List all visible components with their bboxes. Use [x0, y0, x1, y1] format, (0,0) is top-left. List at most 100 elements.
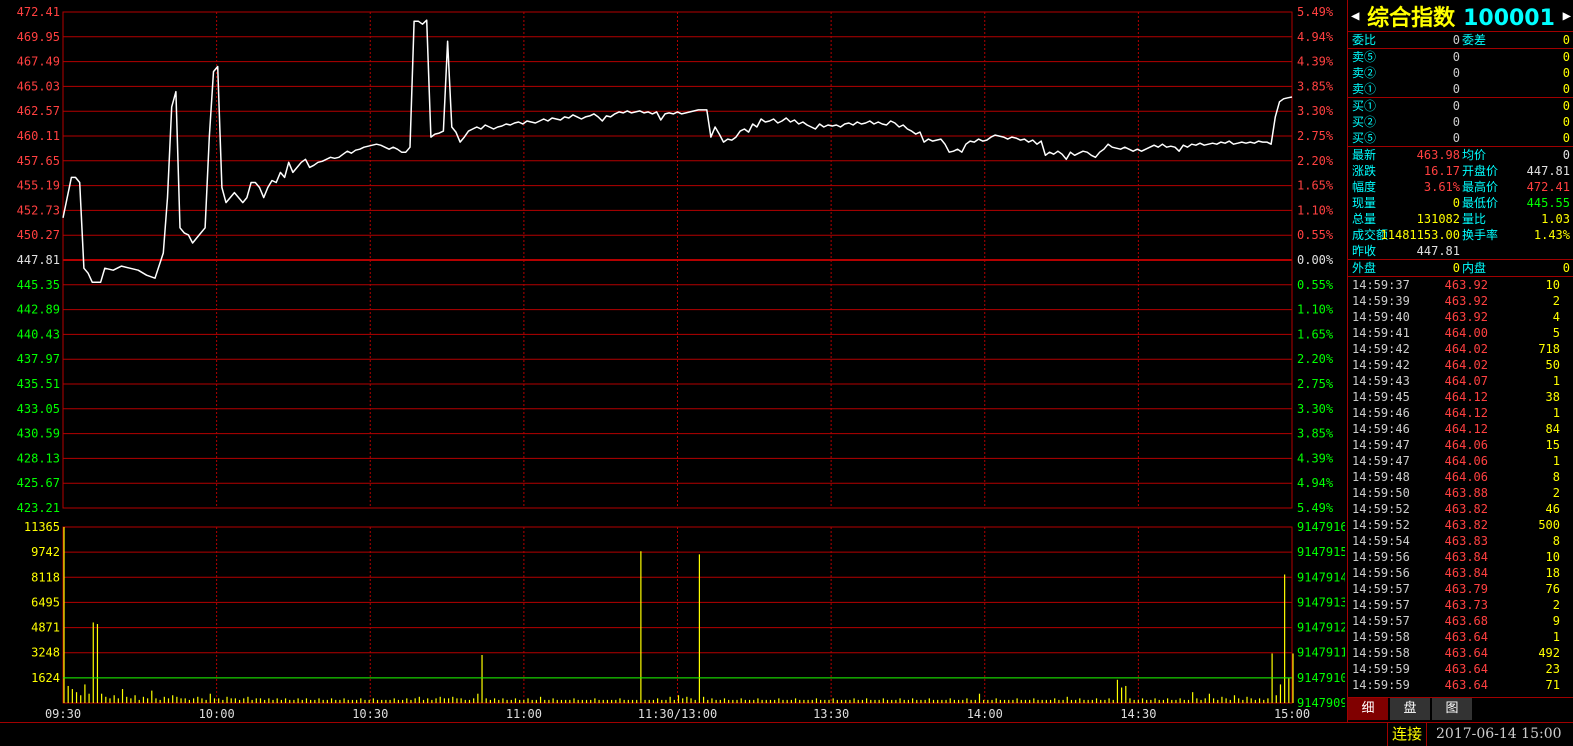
tick-volume: 1 [1552, 406, 1560, 420]
level-volume: 0 [1562, 99, 1570, 113]
volume-tick-label: 11365 [24, 520, 60, 534]
price-axis-labels: 472.41 469.95 467.49 465.03 462.57 460.11 457.… [17, 5, 60, 515]
amount-tick-label: 9147916 [1297, 520, 1345, 534]
tick-price: 463.82 [1444, 518, 1488, 532]
waipan-section: 外盘 0 内盘 0 [1348, 260, 1573, 277]
triangle-left-icon[interactable]: ◀ [1351, 8, 1359, 24]
tick-time: 14:59:52 [1352, 518, 1410, 532]
tick-row: 14:59:37 463.92 10 [1348, 277, 1573, 293]
level-price: 0 [1452, 66, 1460, 80]
tick-price: 464.12 [1444, 406, 1488, 420]
triangle-right-icon[interactable]: ▶ [1563, 8, 1571, 24]
price-tick-label: 435.51 [17, 377, 60, 391]
panel-tab[interactable]: 图 [1432, 698, 1472, 720]
tick-time: 14:59:48 [1352, 470, 1410, 484]
neipan-value: 0 [1562, 261, 1570, 275]
connection-status[interactable]: 连接 [1387, 723, 1428, 746]
amount-tick-label: 9147915 [1297, 545, 1345, 559]
amount-tick-label: 9147911 [1297, 646, 1345, 660]
stat-value: 445.55 [1526, 196, 1570, 210]
tick-volume: 10 [1545, 550, 1560, 564]
price-tick-label: 467.49 [17, 55, 60, 69]
tick-volume: 2 [1552, 294, 1560, 308]
percent-tick-label: 4.94% [1297, 30, 1334, 44]
price-line-group [62, 19, 1293, 284]
time-tick-label: 11:00 [506, 707, 542, 721]
tick-time: 14:59:56 [1352, 550, 1410, 564]
amount-tick-label: 9147914 [1297, 570, 1345, 584]
price-tick-label: 433.05 [17, 402, 60, 416]
level-price: 0 [1452, 82, 1460, 96]
percent-tick-label: 1.10% [1297, 303, 1334, 317]
percent-tick-label: 2.75% [1297, 377, 1334, 391]
tick-row: 14:59:58 463.64 1 [1348, 629, 1573, 645]
tick-row: 14:59:42 464.02 718 [1348, 341, 1573, 357]
stat-row: 现量 0 最低价 445.55 [1348, 195, 1573, 211]
ask-level-row: 卖② 0 0 [1348, 65, 1573, 81]
tick-row: 14:59:40 463.92 4 [1348, 309, 1573, 325]
tick-row: 14:59:45 464.12 38 [1348, 389, 1573, 405]
weibi-label: 委比 [1352, 33, 1377, 47]
tick-time: 14:59:46 [1352, 422, 1410, 436]
price-line [62, 19, 1293, 284]
bid-levels: 买① 0 0 买② 0 0 买⑤ 0 0 [1348, 98, 1573, 147]
percent-tick-label: 3.85% [1297, 79, 1334, 93]
tick-volume: 1 [1552, 630, 1560, 644]
tick-row: 14:59:59 463.64 71 [1348, 677, 1573, 693]
tick-price: 463.92 [1444, 310, 1488, 324]
level-price: 0 [1452, 50, 1460, 64]
stat-row: 成交额 11481153.00 换手率 1.43% [1348, 227, 1573, 243]
tick-row: 14:59:46 464.12 1 [1348, 405, 1573, 421]
tick-volume: 8 [1552, 534, 1560, 548]
tick-row: 14:59:41 464.00 5 [1348, 325, 1573, 341]
price-tick-label: 469.95 [17, 30, 60, 44]
tick-volume: 10 [1545, 278, 1560, 292]
tick-row: 14:59:46 464.12 84 [1348, 421, 1573, 437]
tick-time: 14:59:47 [1352, 454, 1410, 468]
tick-price: 463.84 [1444, 550, 1488, 564]
percent-tick-label: 0.55% [1297, 228, 1334, 242]
price-tick-label: 445.35 [17, 278, 60, 292]
tick-time: 14:59:58 [1352, 646, 1410, 660]
tick-price: 463.88 [1444, 486, 1488, 500]
price-tick-label: 457.65 [17, 154, 60, 168]
volume-bars [63, 527, 1294, 703]
tick-time: 14:59:57 [1352, 598, 1410, 612]
tick-row: 14:59:59 463.64 23 [1348, 661, 1573, 677]
tick-row: 14:59:39 463.92 2 [1348, 293, 1573, 309]
stat-row: 涨跌 16.17 开盘价 447.81 [1348, 163, 1573, 179]
panel-tab[interactable]: 细 [1348, 698, 1388, 720]
tick-price: 463.92 [1444, 294, 1488, 308]
stat-value: 3.61% [1423, 180, 1460, 194]
percent-tick-label: 0.00% [1297, 253, 1334, 267]
volume-tick-label: 3248 [31, 646, 60, 660]
percent-tick-label: 3.85% [1297, 427, 1334, 441]
tick-price: 463.83 [1444, 534, 1488, 548]
percent-tick-label: 4.94% [1297, 476, 1334, 490]
percent-tick-label: 2.20% [1297, 352, 1334, 366]
tick-time: 14:59:52 [1352, 502, 1410, 516]
stat-label: 均价 [1462, 148, 1487, 162]
tick-price: 463.92 [1444, 278, 1488, 292]
intraday-chart[interactable]: 472.41 469.95 467.49 465.03 462.57 460.11 457.… [0, 0, 1345, 722]
tick-price: 464.02 [1444, 342, 1488, 356]
bid-level-row: 买② 0 0 [1348, 114, 1573, 130]
level-label: 买① [1352, 99, 1377, 113]
level-volume: 0 [1562, 131, 1570, 145]
tick-time: 14:59:59 [1352, 662, 1410, 676]
bid-level-row: 买① 0 0 [1348, 98, 1573, 114]
stat-label: 量比 [1462, 212, 1487, 226]
tick-volume: 46 [1545, 502, 1560, 516]
panel-tab[interactable]: 盘 [1390, 698, 1430, 720]
tick-list[interactable]: 14:59:37 463.92 10 14:59:39 463.92 2 14:59:40 4… [1348, 277, 1573, 693]
stat-value: 0 [1452, 196, 1460, 210]
tick-time: 14:59:54 [1352, 534, 1410, 548]
stat-value: 447.81 [1526, 164, 1570, 178]
stat-value: 131082 [1416, 212, 1460, 226]
tick-volume: 492 [1538, 646, 1560, 660]
percent-tick-label: 5.49% [1297, 5, 1334, 19]
stat-label: 昨收 [1352, 244, 1377, 258]
weicha-label: 委差 [1462, 33, 1487, 47]
time-tick-label: 09:30 [45, 707, 81, 721]
neipan-label: 内盘 [1462, 261, 1487, 275]
